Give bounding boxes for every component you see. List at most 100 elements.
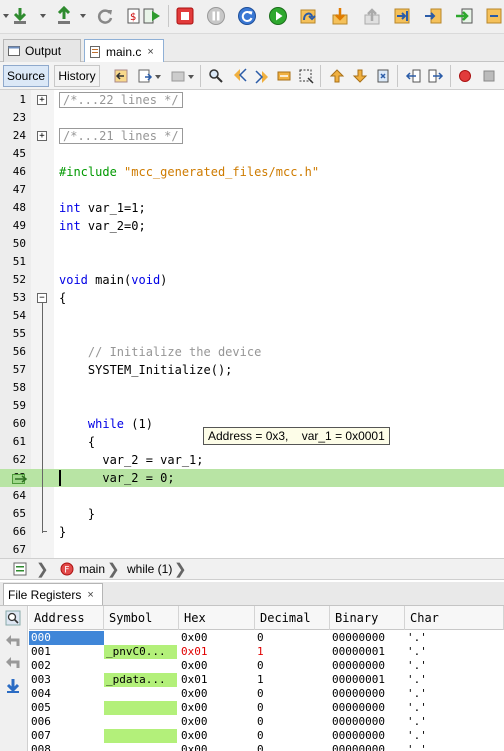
cell-binary[interactable]: 00000000: [330, 701, 405, 715]
cell-decimal[interactable]: 1: [255, 645, 330, 659]
toggle-rectangular-selection-icon[interactable]: [298, 68, 314, 84]
history-tab[interactable]: History: [54, 65, 100, 87]
line-number[interactable]: 45: [0, 145, 26, 163]
expand-fold-icon[interactable]: +: [37, 95, 47, 105]
previous-bookmark-icon[interactable]: [329, 68, 345, 84]
cell-symbol[interactable]: [104, 631, 177, 645]
cell-hex[interactable]: 0x00: [179, 631, 255, 645]
cell-symbol[interactable]: _pdata...: [104, 673, 177, 687]
cell-hex[interactable]: 0x00: [179, 715, 255, 729]
code-line[interactable]: 65 }: [0, 505, 504, 523]
cell-char[interactable]: '.': [405, 715, 504, 729]
line-number[interactable]: 65: [0, 505, 26, 523]
cell-symbol[interactable]: [104, 715, 177, 729]
code-line[interactable]: 62 var_2 = var_1;: [0, 451, 504, 469]
cell-binary[interactable]: 00000001: [330, 645, 405, 659]
shift-line-right-icon[interactable]: [428, 68, 444, 84]
line-number[interactable]: 61: [0, 433, 26, 451]
table-row[interactable]: 005 0x00 0 00000000 '.': [29, 701, 504, 715]
cell-binary[interactable]: 00000000: [330, 631, 405, 645]
code-line[interactable]: 47: [0, 181, 504, 199]
toggle-highlight-icon[interactable]: [276, 68, 292, 84]
cell-binary[interactable]: 00000000: [330, 729, 405, 743]
download-icon[interactable]: [8, 4, 32, 28]
tab-output[interactable]: Output: [3, 39, 81, 62]
code-line[interactable]: 57 SYSTEM_Initialize();: [0, 361, 504, 379]
dropdown-arrow-icon[interactable]: [40, 14, 46, 18]
table-row[interactable]: 001 _pnvC0... 0x01 1 00000001 '.': [29, 645, 504, 659]
cell-binary[interactable]: 00000000: [330, 687, 405, 701]
stop-icon[interactable]: [173, 4, 197, 28]
upload-icon[interactable]: [52, 4, 76, 28]
reset-icon[interactable]: [235, 4, 259, 28]
cell-decimal[interactable]: 0: [255, 729, 330, 743]
shift-line-left-icon[interactable]: [405, 68, 421, 84]
cell-decimal[interactable]: 0: [255, 715, 330, 729]
breadcrumb-function[interactable]: main: [79, 562, 105, 576]
code-line[interactable]: 1 + /*...22 lines */: [0, 91, 504, 109]
step-back-icon[interactable]: [5, 654, 21, 670]
code-line[interactable]: 64: [0, 487, 504, 505]
cell-hex[interactable]: 0x00: [179, 701, 255, 715]
cell-address[interactable]: 001: [29, 645, 104, 659]
debug-step-icon[interactable]: [482, 4, 504, 28]
cell-char[interactable]: '.': [405, 743, 504, 751]
code-line[interactable]: 48 int var_1=1;: [0, 199, 504, 217]
collapse-fold-icon[interactable]: −: [37, 293, 47, 303]
collapsed-block[interactable]: /*...21 lines */: [59, 128, 183, 144]
cell-hex[interactable]: 0x01: [179, 645, 255, 659]
cell-address[interactable]: 003: [29, 673, 104, 687]
code-line[interactable]: 23: [0, 109, 504, 127]
cell-binary[interactable]: 00000001: [330, 673, 405, 687]
cell-decimal[interactable]: 0: [255, 659, 330, 673]
pause-icon[interactable]: [204, 4, 228, 28]
step-into-icon[interactable]: [328, 4, 352, 28]
column-header[interactable]: Symbol: [104, 606, 179, 630]
code-line[interactable]: 45: [0, 145, 504, 163]
table-row[interactable]: 007 0x00 0 00000000 '.': [29, 729, 504, 743]
line-number[interactable]: 55: [0, 325, 26, 343]
line-number[interactable]: 53: [0, 289, 26, 307]
code-line[interactable]: 55: [0, 325, 504, 343]
last-edit-icon[interactable]: [137, 68, 153, 84]
table-row[interactable]: 008 0x00 0 00000000 '.': [29, 743, 504, 751]
forward-history-icon[interactable]: [170, 68, 186, 84]
code-line[interactable]: 50: [0, 235, 504, 253]
line-number[interactable]: 56: [0, 343, 26, 361]
code-line[interactable]: 52 void main(void): [0, 271, 504, 289]
step-over-icon[interactable]: [296, 4, 320, 28]
debug-run-icon[interactable]: [140, 4, 164, 28]
cell-address[interactable]: 005: [29, 701, 104, 715]
cell-char[interactable]: '.': [405, 701, 504, 715]
line-number[interactable]: 23: [0, 109, 26, 127]
line-number[interactable]: 24: [0, 127, 26, 145]
cell-char[interactable]: '.': [405, 645, 504, 659]
code-line[interactable]: 56 // Initialize the device: [0, 343, 504, 361]
cell-binary[interactable]: 00000000: [330, 659, 405, 673]
line-number[interactable]: 1: [0, 91, 26, 109]
line-number[interactable]: 58: [0, 379, 26, 397]
cell-binary[interactable]: 00000000: [330, 715, 405, 729]
cell-char[interactable]: '.': [405, 631, 504, 645]
table-row[interactable]: 002 0x00 0 00000000 '.': [29, 659, 504, 673]
code-line[interactable]: 53 − {: [0, 289, 504, 307]
close-icon[interactable]: ×: [87, 589, 93, 601]
line-number[interactable]: 60: [0, 415, 26, 433]
line-number[interactable]: 46: [0, 163, 26, 181]
code-line[interactable]: 59: [0, 397, 504, 415]
code-line[interactable]: 51: [0, 253, 504, 271]
cell-address[interactable]: 007: [29, 729, 104, 743]
next-bookmark-icon[interactable]: [352, 68, 368, 84]
table-row[interactable]: 004 0x00 0 00000000 '.': [29, 687, 504, 701]
download-icon[interactable]: [5, 678, 21, 694]
line-number[interactable]: 62: [0, 451, 26, 469]
line-number[interactable]: 48: [0, 199, 26, 217]
line-number[interactable]: 67: [0, 541, 26, 558]
cell-hex[interactable]: 0x00: [179, 729, 255, 743]
cell-char[interactable]: '.': [405, 729, 504, 743]
run-to-cursor-icon[interactable]: [390, 4, 414, 28]
refresh-icon[interactable]: [93, 4, 117, 28]
code-line[interactable]: 58: [0, 379, 504, 397]
column-header[interactable]: Binary: [330, 606, 405, 630]
cell-char[interactable]: '.': [405, 659, 504, 673]
